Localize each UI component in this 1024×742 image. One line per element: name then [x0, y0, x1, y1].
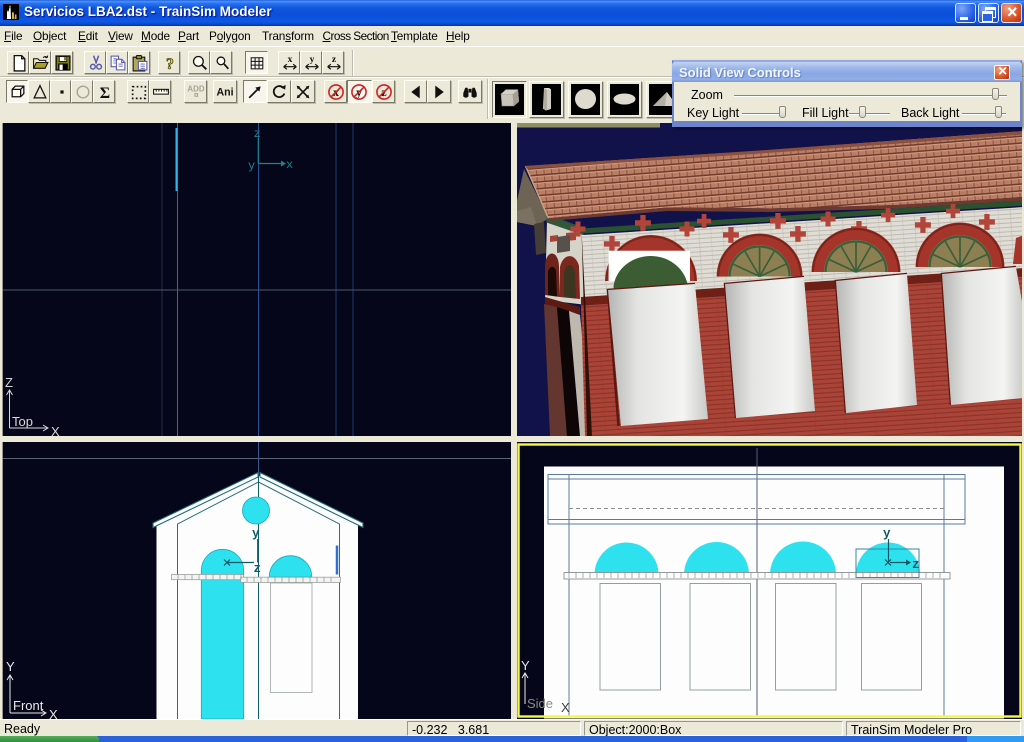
svg-text:X: X	[49, 707, 58, 719]
svg-text:Top: Top	[12, 414, 33, 429]
svg-text:z: z	[254, 127, 261, 141]
svg-text:Side: Side	[527, 696, 553, 711]
svg-text:z: z	[254, 562, 262, 576]
svg-text:Y: Y	[521, 658, 530, 673]
svg-text:Front: Front	[13, 698, 44, 713]
svg-text:x: x	[288, 55, 293, 65]
svg-text:X: X	[51, 424, 60, 436]
svg-text:z: z	[332, 55, 337, 65]
svg-text:Ani: Ani	[216, 87, 233, 99]
svg-text:y: y	[883, 527, 891, 541]
svg-text:?: ?	[166, 56, 174, 72]
svg-text:y: y	[252, 527, 260, 541]
svg-text:y: y	[310, 55, 315, 65]
svg-text:ADD: ADD	[187, 84, 204, 93]
svg-text:X: X	[561, 700, 570, 715]
svg-text:Σ: Σ	[100, 85, 110, 101]
svg-text:Z: Z	[5, 375, 13, 390]
svg-text:z: z	[912, 558, 920, 572]
svg-text:x: x	[286, 158, 293, 172]
svg-text:y: y	[248, 159, 255, 173]
svg-text:Y: Y	[6, 659, 15, 674]
